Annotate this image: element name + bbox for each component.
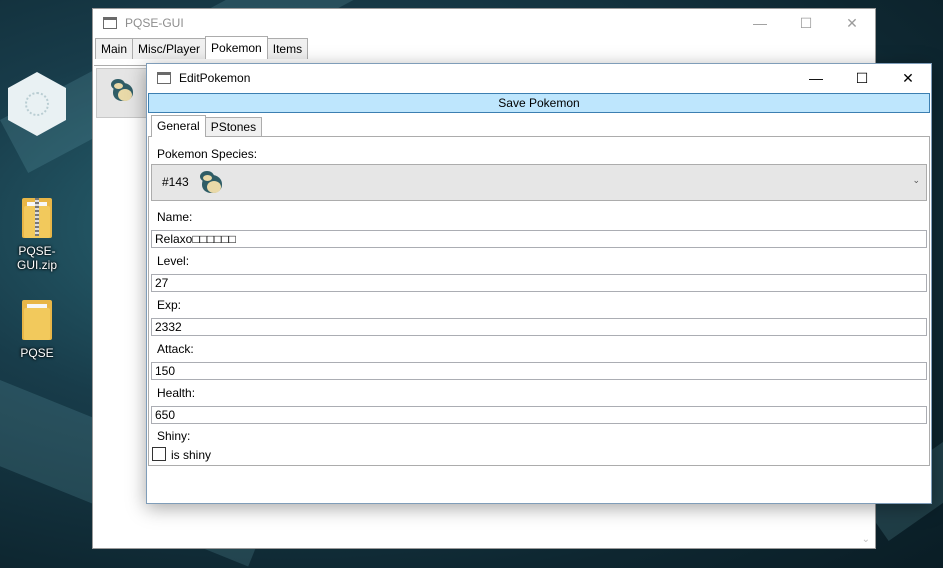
- desktop-icon-pqse[interactable]: PQSE: [0, 298, 74, 360]
- chevron-down-icon: ⌄: [912, 175, 920, 185]
- edit-pokemon-window: EditPokemon — ☐ ✕ Save Pokemon General P…: [146, 63, 932, 504]
- maximize-button[interactable]: ☐: [839, 64, 885, 92]
- tab-items[interactable]: Items: [266, 38, 309, 59]
- level-label: Level:: [157, 254, 190, 268]
- window-app-icon: [103, 17, 117, 29]
- level-field[interactable]: 27: [151, 274, 927, 292]
- health-label: Health:: [157, 386, 196, 400]
- shiny-checkbox-label[interactable]: is shiny: [171, 448, 211, 462]
- zip-folder-icon: [22, 196, 52, 238]
- attack-label: Attack:: [157, 342, 194, 356]
- pokemon-list-item[interactable]: [96, 68, 150, 118]
- desktop-icon-label: PQSE-GUI.zip: [16, 244, 57, 272]
- tab-main[interactable]: Main: [95, 38, 134, 59]
- edit-window-title: EditPokemon: [179, 71, 251, 85]
- main-tabstrip: Main Misc/Player Pokemon Items: [93, 36, 875, 59]
- name-label: Name:: [157, 210, 193, 224]
- name-field[interactable]: Relaxo□□□□□□: [151, 230, 927, 248]
- general-tab-panel: Pokemon Species: #143 ⌄ Name: Relaxo□□□□…: [148, 136, 930, 466]
- snorlax-sprite-icon: [111, 79, 135, 103]
- main-window-title: PQSE-GUI: [125, 16, 184, 30]
- species-number: #143: [162, 175, 189, 189]
- close-button[interactable]: ✕: [829, 9, 875, 37]
- exp-label: Exp:: [157, 298, 182, 312]
- window-app-icon: [157, 72, 171, 84]
- desktop-icon-pqse-gui-zip[interactable]: PQSE-GUI.zip: [0, 196, 74, 272]
- exp-field[interactable]: 2332: [151, 318, 927, 336]
- edit-window-titlebar[interactable]: EditPokemon — ☐ ✕: [147, 64, 931, 92]
- tab-pstones[interactable]: PStones: [204, 117, 263, 137]
- desktop-icon-label: PQSE: [20, 346, 54, 360]
- scroll-down-icon[interactable]: ⌄: [862, 534, 870, 545]
- health-field[interactable]: 650: [151, 406, 927, 424]
- species-dropdown[interactable]: #143 ⌄: [151, 164, 927, 201]
- tab-misc-player[interactable]: Misc/Player: [132, 38, 207, 59]
- shiny-label: Shiny:: [157, 429, 191, 443]
- minimize-button[interactable]: —: [737, 9, 783, 37]
- snorlax-sprite-icon: [200, 171, 224, 195]
- hexagon-pattern-icon: [25, 92, 49, 116]
- tab-general[interactable]: General: [151, 115, 206, 137]
- folder-icon: [22, 298, 52, 340]
- main-window-titlebar[interactable]: PQSE-GUI — ☐ ✕: [93, 9, 875, 37]
- close-button[interactable]: ✕: [885, 64, 931, 92]
- minimize-button[interactable]: —: [793, 64, 839, 92]
- shiny-checkbox[interactable]: [152, 447, 166, 461]
- species-label: Pokemon Species:: [157, 147, 258, 161]
- save-pokemon-button[interactable]: Save Pokemon: [148, 93, 930, 113]
- attack-field[interactable]: 150: [151, 362, 927, 380]
- edit-tabstrip: General PStones: [151, 115, 263, 137]
- tab-pokemon[interactable]: Pokemon: [205, 36, 268, 59]
- maximize-button[interactable]: ☐: [783, 9, 829, 37]
